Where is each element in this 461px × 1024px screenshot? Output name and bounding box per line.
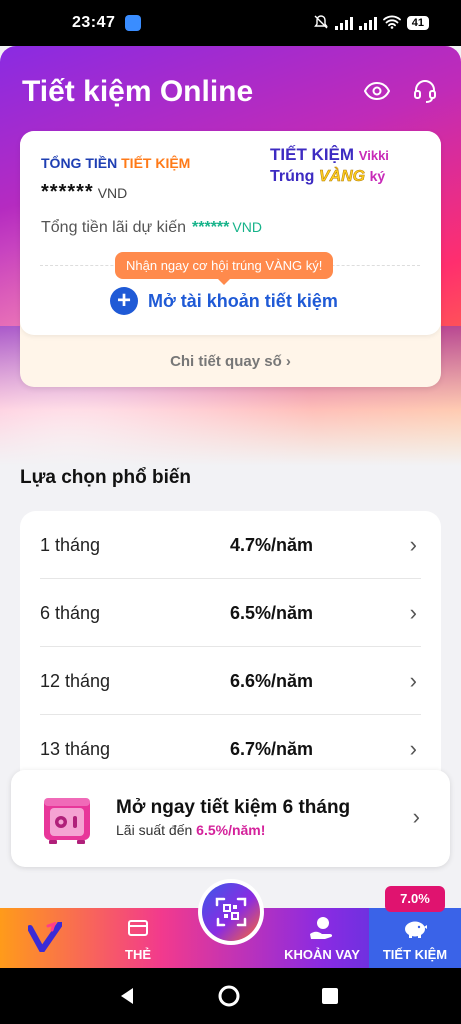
recents-icon[interactable]	[318, 984, 342, 1008]
popular-terms-list: 1 tháng 4.7%/năm › 6 tháng 6.5%/năm › 12…	[20, 511, 441, 791]
expected-interest: Tổng tiền lãi dự kiến ****** VND	[41, 219, 262, 236]
banner-title: Mở ngay tiết kiệm 6 tháng	[116, 797, 351, 818]
promo-tooltip: Nhận ngay cơ hội trúng VÀNG ký!	[115, 252, 334, 285]
plus-icon: +	[110, 287, 138, 315]
summary-top: TỔNG TIỀN TIẾT KIỆM ****** VND Tổng tiền …	[20, 131, 441, 335]
status-time: 23:47	[72, 14, 116, 31]
chevron-right-icon: ›	[409, 736, 417, 761]
qr-scan-icon	[215, 897, 247, 927]
vikki-logo-icon	[28, 922, 62, 952]
home-icon[interactable]	[217, 984, 241, 1008]
chevron-right-icon: ›	[409, 668, 417, 693]
loan-hand-coin-icon	[310, 917, 333, 939]
piggy-bank-icon	[405, 921, 427, 938]
nav-savings[interactable]: TIẾT KIỆM	[369, 908, 461, 968]
system-navigation-bar	[0, 968, 461, 1024]
status-icons: 41	[313, 14, 429, 33]
chevron-right-icon: ›	[409, 532, 417, 557]
term-row-6-months[interactable]: 6 tháng 6.5%/năm ›	[20, 579, 441, 647]
open-savings-account-button[interactable]: + Mở tài khoản tiết kiệm	[110, 287, 338, 315]
popular-options-title: Lựa chọn phổ biến	[20, 467, 192, 488]
qr-scan-button[interactable]	[198, 879, 264, 945]
banner-subtitle: Lãi suất đến 6.5%/năm!	[116, 822, 266, 838]
savings-summary-card: TỔNG TIỀN TIẾT KIỆM ****** VND Tổng tiền …	[20, 131, 441, 387]
term-row-1-month[interactable]: 1 tháng 4.7%/năm ›	[20, 511, 441, 579]
wifi-icon	[382, 15, 401, 32]
nav-card[interactable]: THẺ	[92, 908, 184, 968]
support-headset-icon[interactable]	[410, 76, 440, 106]
battery-indicator: 41	[406, 16, 429, 30]
nav-home[interactable]	[0, 908, 92, 968]
page-title: Tiết kiệm Online	[22, 75, 254, 108]
signal-icon-2	[358, 16, 377, 30]
chevron-right-icon: ›	[409, 600, 417, 625]
back-icon[interactable]	[115, 984, 139, 1008]
status-bar: 23:47 41	[0, 0, 461, 46]
gold-promo-logo[interactable]: TIẾT KIỆM Vikki Trúng VÀNG ký	[270, 145, 430, 187]
term-row-12-months[interactable]: 12 tháng 6.6%/năm ›	[20, 647, 441, 715]
six-month-savings-banner[interactable]: Mở ngay tiết kiệm 6 tháng Lãi suất đến 6…	[11, 770, 450, 867]
signal-icon	[334, 16, 353, 30]
mute-icon	[313, 14, 329, 33]
savings-rate-badge: 7.0%	[385, 886, 445, 912]
total-savings-label: TỔNG TIỀN TIẾT KIỆM	[41, 155, 191, 171]
chevron-right-icon: ›	[412, 804, 420, 829]
nav-loan[interactable]: KHOẢN VAY	[276, 908, 368, 968]
eye-icon[interactable]	[362, 76, 392, 106]
total-savings-amount: ****** VND	[41, 181, 128, 203]
draw-details-link[interactable]: Chi tiết quay số ›	[20, 353, 441, 370]
messenger-notification-icon	[125, 15, 142, 31]
chevron-right-icon: ›	[285, 353, 291, 370]
card-icon	[128, 920, 148, 936]
safe-icon	[41, 794, 93, 846]
